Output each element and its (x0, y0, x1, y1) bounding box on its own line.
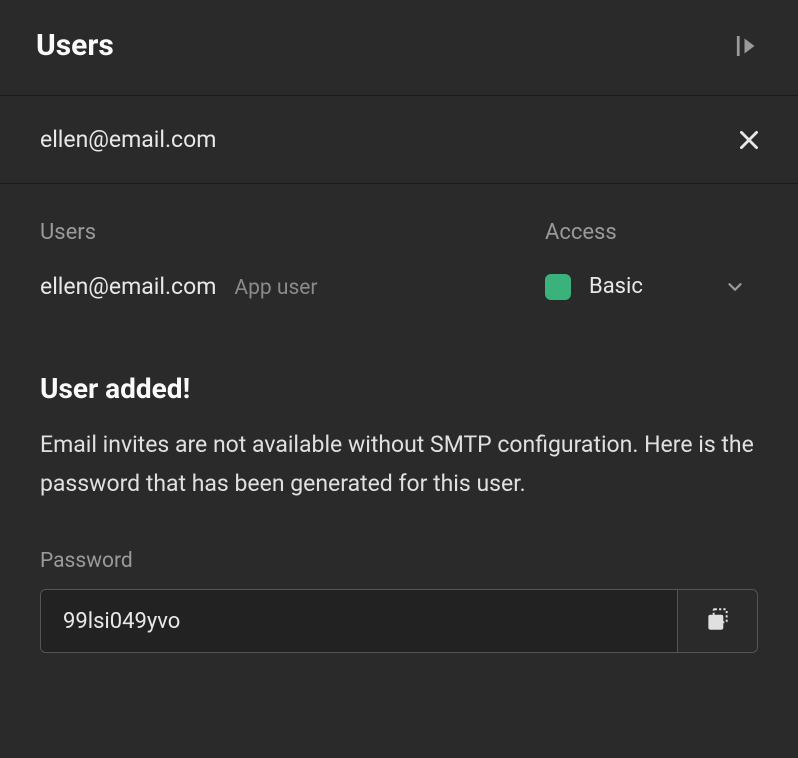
table-headers: Users Access (40, 220, 758, 245)
column-header-access: Access (545, 220, 617, 245)
chevron-down-icon (724, 276, 746, 298)
email-input-row: ellen@email.com (0, 96, 798, 184)
notice-body: Email invites are not available without … (40, 425, 758, 503)
password-label: Password (40, 549, 758, 573)
column-header-users: Users (40, 220, 545, 245)
user-role: App user (234, 276, 317, 300)
copy-password-button[interactable] (677, 590, 757, 652)
table-row: ellen@email.com App user Basic (40, 273, 758, 300)
access-level-label: Basic (589, 274, 706, 299)
password-section: Password 99lsi049yvo (0, 503, 798, 653)
password-field: 99lsi049yvo (40, 589, 758, 653)
password-value[interactable]: 99lsi049yvo (41, 590, 677, 652)
panel-header: Users (0, 0, 798, 96)
user-cell: ellen@email.com App user (40, 273, 545, 300)
copy-icon (705, 606, 731, 636)
panel-title: Users (36, 28, 114, 63)
access-selector[interactable]: Basic (545, 274, 758, 300)
email-input[interactable]: ellen@email.com (40, 126, 216, 153)
user-added-notice: User added! Email invites are not availa… (0, 300, 798, 503)
notice-title: User added! (40, 372, 758, 405)
expand-panel-icon[interactable] (732, 31, 762, 61)
access-color-badge (545, 274, 571, 300)
user-email: ellen@email.com (40, 273, 216, 300)
clear-email-icon[interactable] (736, 127, 762, 153)
users-table: Users Access ellen@email.com App user Ba… (0, 184, 798, 300)
